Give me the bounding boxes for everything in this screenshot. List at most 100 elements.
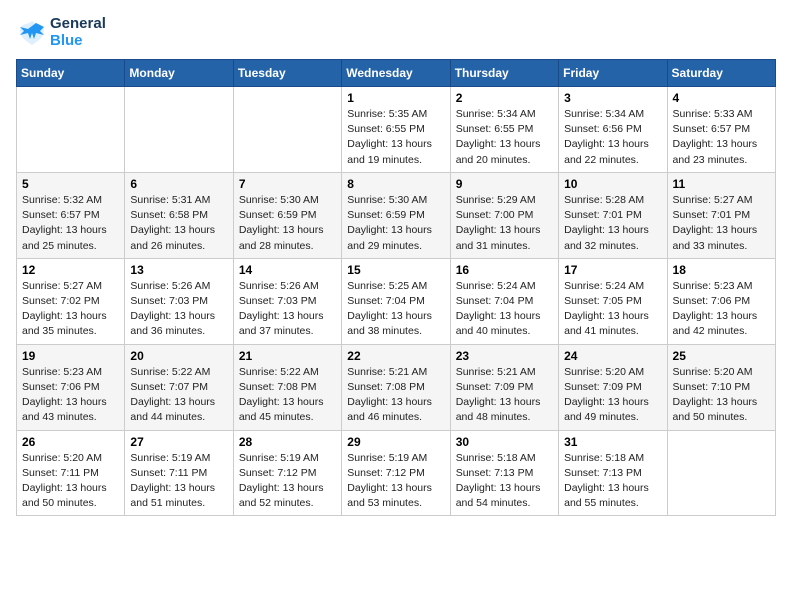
day-info: Sunrise: 5:27 AMSunset: 7:02 PMDaylight:… — [22, 279, 119, 340]
logo-general: General — [50, 16, 106, 33]
day-number: 30 — [456, 435, 553, 449]
day-number: 2 — [456, 91, 553, 105]
page-header: General Blue — [16, 16, 776, 49]
calendar-cell: 21 Sunrise: 5:22 AMSunset: 7:08 PMDayligh… — [233, 344, 341, 430]
weekday-header-row: SundayMondayTuesdayWednesdayThursdayFrid… — [17, 60, 776, 87]
day-info: Sunrise: 5:24 AMSunset: 7:05 PMDaylight:… — [564, 279, 661, 340]
day-info: Sunrise: 5:19 AMSunset: 7:11 PMDaylight:… — [130, 451, 227, 512]
day-info: Sunrise: 5:31 AMSunset: 6:58 PMDaylight:… — [130, 193, 227, 254]
day-info: Sunrise: 5:27 AMSunset: 7:01 PMDaylight:… — [673, 193, 770, 254]
day-number: 4 — [673, 91, 770, 105]
weekday-header-monday: Monday — [125, 60, 233, 87]
calendar-cell: 23 Sunrise: 5:21 AMSunset: 7:09 PMDayligh… — [450, 344, 558, 430]
calendar-cell: 24 Sunrise: 5:20 AMSunset: 7:09 PMDayligh… — [559, 344, 667, 430]
calendar-cell: 28 Sunrise: 5:19 AMSunset: 7:12 PMDayligh… — [233, 430, 341, 516]
logo: General Blue — [16, 16, 106, 49]
calendar-cell: 4 Sunrise: 5:33 AMSunset: 6:57 PMDaylight… — [667, 87, 775, 173]
day-number: 15 — [347, 263, 444, 277]
calendar-cell: 14Sunrise: 5:26 AMSunset: 7:03 PMDayligh… — [233, 258, 341, 344]
day-number: 26 — [22, 435, 119, 449]
weekday-header-tuesday: Tuesday — [233, 60, 341, 87]
calendar-cell: 30 Sunrise: 5:18 AMSunset: 7:13 PMDayligh… — [450, 430, 558, 516]
logo-blue: Blue — [50, 33, 106, 50]
day-info: Sunrise: 5:35 AMSunset: 6:55 PMDaylight:… — [347, 107, 444, 168]
calendar-cell: 31 Sunrise: 5:18 AMSunset: 7:13 PMDayligh… — [559, 430, 667, 516]
calendar-cell — [667, 430, 775, 516]
weekday-header-sunday: Sunday — [17, 60, 125, 87]
calendar-cell: 12 Sunrise: 5:27 AMSunset: 7:02 PMDayligh… — [17, 258, 125, 344]
day-number: 27 — [130, 435, 227, 449]
day-number: 21 — [239, 349, 336, 363]
calendar-cell: 27 Sunrise: 5:19 AMSunset: 7:11 PMDayligh… — [125, 430, 233, 516]
calendar-cell: 10Sunrise: 5:28 AMSunset: 7:01 PMDayligh… — [559, 172, 667, 258]
weekday-header-thursday: Thursday — [450, 60, 558, 87]
day-info: Sunrise: 5:33 AMSunset: 6:57 PMDaylight:… — [673, 107, 770, 168]
calendar-cell: 2 Sunrise: 5:34 AMSunset: 6:55 PMDaylight… — [450, 87, 558, 173]
day-number: 13 — [130, 263, 227, 277]
day-info: Sunrise: 5:20 AMSunset: 7:11 PMDaylight:… — [22, 451, 119, 512]
calendar-cell: 25 Sunrise: 5:20 AMSunset: 7:10 PMDayligh… — [667, 344, 775, 430]
day-info: Sunrise: 5:21 AMSunset: 7:09 PMDaylight:… — [456, 365, 553, 426]
day-number: 19 — [22, 349, 119, 363]
day-info: Sunrise: 5:25 AMSunset: 7:04 PMDaylight:… — [347, 279, 444, 340]
day-number: 9 — [456, 177, 553, 191]
weekday-header-saturday: Saturday — [667, 60, 775, 87]
day-number: 18 — [673, 263, 770, 277]
day-number: 16 — [456, 263, 553, 277]
calendar-cell: 20 Sunrise: 5:22 AMSunset: 7:07 PMDayligh… — [125, 344, 233, 430]
calendar-cell: 18 Sunrise: 5:23 AMSunset: 7:06 PMDayligh… — [667, 258, 775, 344]
day-number: 6 — [130, 177, 227, 191]
calendar-cell: 9 Sunrise: 5:29 AMSunset: 7:00 PMDaylight… — [450, 172, 558, 258]
day-number: 3 — [564, 91, 661, 105]
day-number: 24 — [564, 349, 661, 363]
calendar-cell: 17 Sunrise: 5:24 AMSunset: 7:05 PMDayligh… — [559, 258, 667, 344]
calendar-week-3: 12 Sunrise: 5:27 AMSunset: 7:02 PMDayligh… — [17, 258, 776, 344]
day-info: Sunrise: 5:20 AMSunset: 7:10 PMDaylight:… — [673, 365, 770, 426]
day-info: Sunrise: 5:32 AMSunset: 6:57 PMDaylight:… — [22, 193, 119, 254]
day-info: Sunrise: 5:23 AMSunset: 7:06 PMDaylight:… — [673, 279, 770, 340]
day-number: 23 — [456, 349, 553, 363]
day-info: Sunrise: 5:22 AMSunset: 7:07 PMDaylight:… — [130, 365, 227, 426]
day-info: Sunrise: 5:29 AMSunset: 7:00 PMDaylight:… — [456, 193, 553, 254]
day-info: Sunrise: 5:20 AMSunset: 7:09 PMDaylight:… — [564, 365, 661, 426]
calendar-week-2: 5 Sunrise: 5:32 AMSunset: 6:57 PMDaylight… — [17, 172, 776, 258]
calendar-cell: 1 Sunrise: 5:35 AMSunset: 6:55 PMDaylight… — [342, 87, 450, 173]
day-info: Sunrise: 5:19 AMSunset: 7:12 PMDaylight:… — [239, 451, 336, 512]
day-number: 20 — [130, 349, 227, 363]
day-number: 25 — [673, 349, 770, 363]
day-info: Sunrise: 5:26 AMSunset: 7:03 PMDaylight:… — [130, 279, 227, 340]
weekday-header-wednesday: Wednesday — [342, 60, 450, 87]
calendar-cell: 13 Sunrise: 5:26 AMSunset: 7:03 PMDayligh… — [125, 258, 233, 344]
calendar-header: SundayMondayTuesdayWednesdayThursdayFrid… — [17, 60, 776, 87]
day-info: Sunrise: 5:18 AMSunset: 7:13 PMDaylight:… — [564, 451, 661, 512]
day-info: Sunrise: 5:18 AMSunset: 7:13 PMDaylight:… — [456, 451, 553, 512]
calendar-cell: 19 Sunrise: 5:23 AMSunset: 7:06 PMDayligh… — [17, 344, 125, 430]
calendar-table: SundayMondayTuesdayWednesdayThursdayFrid… — [16, 59, 776, 516]
day-info: Sunrise: 5:26 AMSunset: 7:03 PMDaylight:… — [239, 279, 336, 340]
day-number: 28 — [239, 435, 336, 449]
day-info: Sunrise: 5:24 AMSunset: 7:04 PMDaylight:… — [456, 279, 553, 340]
day-number: 10 — [564, 177, 661, 191]
day-number: 1 — [347, 91, 444, 105]
day-number: 8 — [347, 177, 444, 191]
day-number: 31 — [564, 435, 661, 449]
day-number: 5 — [22, 177, 119, 191]
day-number: 12 — [22, 263, 119, 277]
day-info: Sunrise: 5:34 AMSunset: 6:55 PMDaylight:… — [456, 107, 553, 168]
calendar-cell: 29Sunrise: 5:19 AMSunset: 7:12 PMDayligh… — [342, 430, 450, 516]
calendar-cell: 5 Sunrise: 5:32 AMSunset: 6:57 PMDaylight… — [17, 172, 125, 258]
day-info: Sunrise: 5:30 AMSunset: 6:59 PMDaylight:… — [347, 193, 444, 254]
calendar-cell: 16 Sunrise: 5:24 AMSunset: 7:04 PMDayligh… — [450, 258, 558, 344]
calendar-cell: 7Sunrise: 5:30 AMSunset: 6:59 PMDaylight… — [233, 172, 341, 258]
calendar-cell — [233, 87, 341, 173]
calendar-cell — [17, 87, 125, 173]
logo-bird-icon — [16, 17, 48, 49]
calendar-cell: 3 Sunrise: 5:34 AMSunset: 6:56 PMDaylight… — [559, 87, 667, 173]
day-info: Sunrise: 5:22 AMSunset: 7:08 PMDaylight:… — [239, 365, 336, 426]
day-number: 29 — [347, 435, 444, 449]
day-info: Sunrise: 5:34 AMSunset: 6:56 PMDaylight:… — [564, 107, 661, 168]
calendar-cell: 22Sunrise: 5:21 AMSunset: 7:08 PMDayligh… — [342, 344, 450, 430]
day-info: Sunrise: 5:30 AMSunset: 6:59 PMDaylight:… — [239, 193, 336, 254]
day-number: 17 — [564, 263, 661, 277]
day-info: Sunrise: 5:23 AMSunset: 7:06 PMDaylight:… — [22, 365, 119, 426]
